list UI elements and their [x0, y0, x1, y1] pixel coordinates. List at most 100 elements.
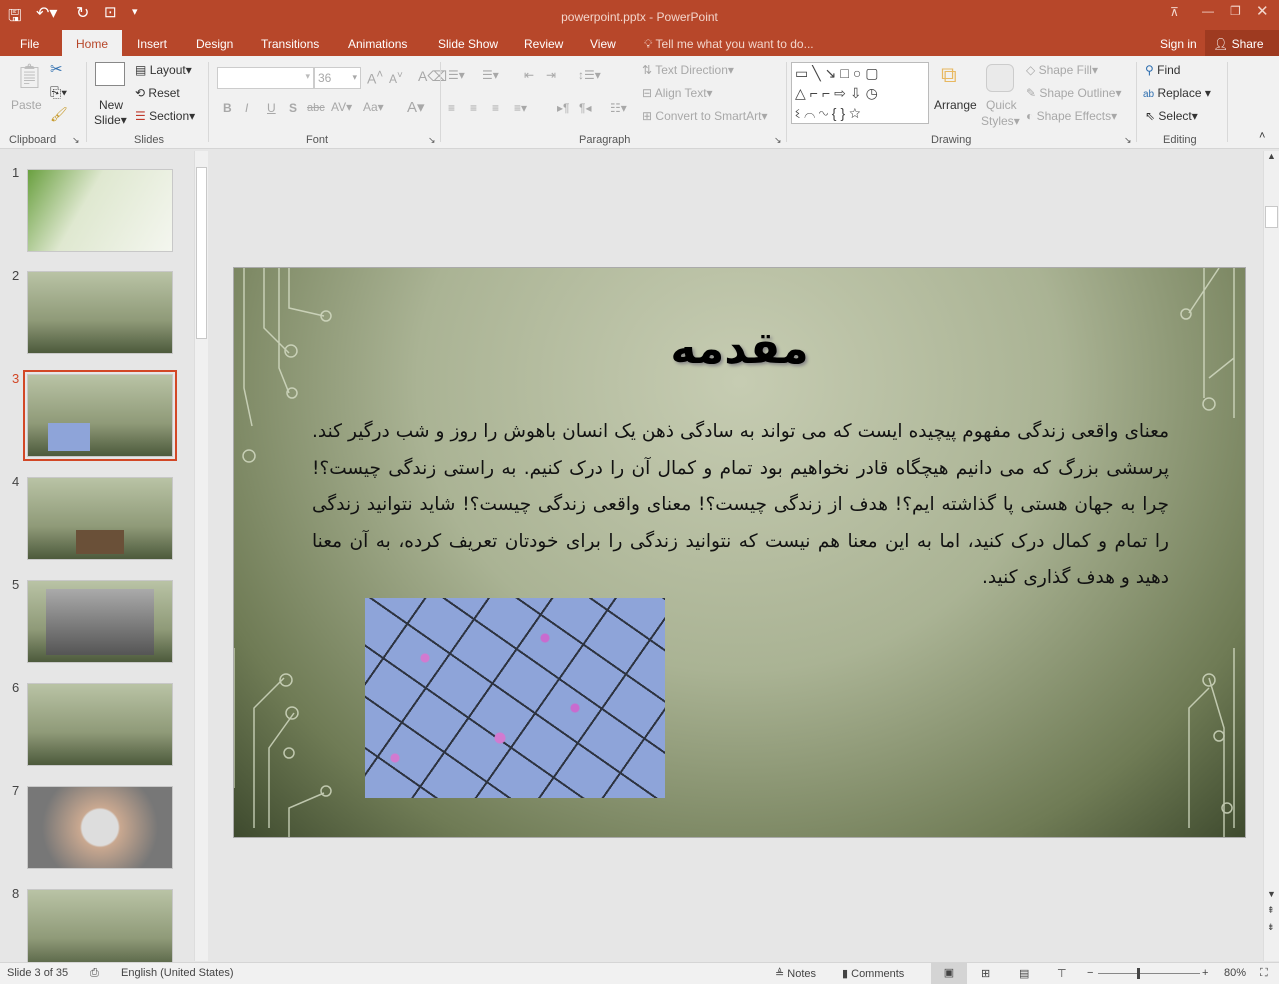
format-painter-icon[interactable]: 🖌︎: [50, 106, 68, 123]
align-text-button[interactable]: ⊟ Align Text▾: [642, 86, 713, 100]
comments-button[interactable]: ▮ Comments: [842, 967, 904, 980]
next-slide-icon[interactable]: ⇟: [1267, 922, 1275, 933]
tab-design[interactable]: Design: [182, 30, 247, 56]
paste-button[interactable]: Paste: [11, 98, 42, 112]
scroll-down-icon[interactable]: ▼: [1267, 889, 1276, 899]
tab-view[interactable]: View: [576, 30, 630, 56]
slide-thumbnail-4[interactable]: [27, 477, 173, 560]
normal-view-icon[interactable]: ▣: [931, 963, 967, 984]
columns-icon[interactable]: ☷▾: [610, 101, 627, 115]
tab-file[interactable]: File: [6, 30, 53, 56]
slide-thumbnail-2[interactable]: [27, 271, 173, 354]
dialog-launcher-icon[interactable]: ↘: [72, 135, 80, 146]
font-color-icon[interactable]: A▾: [407, 98, 425, 116]
character-spacing-icon[interactable]: AV▾: [331, 100, 352, 114]
slide-thumbnail-7[interactable]: [27, 786, 173, 869]
find-button[interactable]: ⚲ Find: [1145, 63, 1180, 77]
slide-scrollbar[interactable]: ▲ ▼ ⇞ ⇟: [1263, 151, 1279, 961]
share-button[interactable]: 👤︎ Share: [1205, 30, 1279, 56]
cut-icon[interactable]: ✂: [50, 60, 63, 78]
bullets-icon[interactable]: ☰▾: [448, 68, 465, 82]
slide-thumbnail-8[interactable]: [27, 889, 173, 962]
decrease-font-icon[interactable]: A˅: [389, 70, 403, 86]
line-spacing-icon[interactable]: ↕☰▾: [578, 68, 601, 82]
clear-formatting-icon[interactable]: A⌫: [418, 68, 447, 85]
shapes-gallery[interactable]: ▭╲↘□○▢ △⌐⌐⇨⇩◷ ଽ⌒∿{}☆: [791, 62, 929, 124]
tab-review[interactable]: Review: [510, 30, 577, 56]
slide-image-cracked-earth-flowers[interactable]: [365, 598, 665, 798]
slide-thumbnail-3[interactable]: [23, 370, 177, 461]
new-slide-button[interactable]: New: [99, 98, 123, 112]
zoom-slider[interactable]: [1098, 968, 1200, 979]
increase-indent-icon[interactable]: ⇥: [546, 68, 556, 82]
thumbnails-scrollbar[interactable]: [194, 151, 208, 961]
slide-body-text[interactable]: معنای واقعی زندگی مفهوم پیچیده ایست که م…: [312, 414, 1169, 597]
slideshow-icon[interactable]: ⊤: [1057, 967, 1067, 980]
collapse-ribbon-icon[interactable]: ˄: [1259, 130, 1265, 142]
slide-title[interactable]: مقدمه: [234, 323, 1245, 374]
font-name-input[interactable]: ▾: [217, 67, 314, 89]
zoom-level[interactable]: 80%: [1224, 967, 1246, 979]
zoom-in-icon[interactable]: +: [1202, 967, 1208, 979]
layout-button[interactable]: ▤ Layout▾: [135, 63, 192, 77]
spellcheck-icon[interactable]: ⎙: [90, 967, 99, 980]
minimize-icon[interactable]: —: [1202, 4, 1214, 18]
copy-icon[interactable]: ⎘▾: [50, 84, 67, 101]
tab-insert[interactable]: Insert: [123, 30, 181, 56]
align-center-icon[interactable]: ≡: [470, 101, 477, 115]
shape-fill-button[interactable]: ◇ Shape Fill▾: [1026, 63, 1098, 77]
zoom-out-icon[interactable]: −: [1087, 967, 1093, 979]
fit-to-window-icon[interactable]: ⛶: [1260, 967, 1268, 980]
justify-icon[interactable]: ≡▾: [514, 101, 527, 115]
arrange-button[interactable]: Arrange: [934, 98, 977, 112]
quick-styles-dropdown[interactable]: Styles▾: [981, 114, 1020, 128]
replace-button[interactable]: ab Replace ▾: [1143, 86, 1211, 100]
reset-button[interactable]: ⟲ Reset: [135, 86, 180, 100]
slide-canvas[interactable]: مقدمه معنای واقعی زندگی مفهوم پیچیده ایس…: [233, 267, 1246, 838]
dialog-launcher-icon[interactable]: ↘: [1124, 135, 1132, 146]
shadow-icon[interactable]: S: [289, 101, 297, 115]
align-left-icon[interactable]: ≡: [448, 101, 455, 115]
new-slide-dropdown[interactable]: Slide▾: [94, 113, 127, 127]
bold-icon[interactable]: B: [223, 101, 232, 115]
text-direction-button[interactable]: ⇅ Text Direction▾: [642, 63, 734, 77]
change-case-icon[interactable]: Aa▾: [363, 100, 384, 114]
underline-icon[interactable]: U: [267, 101, 276, 115]
previous-slide-icon[interactable]: ⇞: [1267, 905, 1275, 916]
language-status[interactable]: English (United States): [121, 967, 234, 979]
dialog-launcher-icon[interactable]: ↘: [774, 135, 782, 146]
slide-sorter-icon[interactable]: ⊞: [981, 967, 990, 980]
notes-button[interactable]: ≜ Notes: [775, 967, 816, 980]
reading-view-icon[interactable]: ▤: [1019, 967, 1029, 980]
font-size-input[interactable]: 36 ▾: [314, 67, 361, 89]
slide-thumbnail-5[interactable]: [27, 580, 173, 663]
tab-home[interactable]: Home: [62, 30, 123, 56]
scrollbar-thumb[interactable]: [196, 167, 207, 339]
convert-smartart-button[interactable]: ⊞ Convert to SmartArt▾: [642, 109, 767, 123]
quick-styles-button[interactable]: Quick: [986, 98, 1017, 112]
section-button[interactable]: ☰ Section▾: [135, 109, 195, 123]
select-button[interactable]: ⇖ Select▾: [1145, 109, 1198, 123]
shape-effects-button[interactable]: ◐ Shape Effects▾: [1026, 109, 1117, 123]
align-right-icon[interactable]: ≡: [492, 101, 499, 115]
rtl-icon[interactable]: ¶◂: [579, 101, 591, 115]
shape-outline-button[interactable]: ✎ Shape Outline▾: [1026, 86, 1122, 100]
numbering-icon[interactable]: ☰▾: [482, 68, 499, 82]
slide-thumbnail-1[interactable]: [27, 169, 173, 252]
tell-me-box[interactable]: 💡︎ Tell me what you want to do...: [644, 37, 814, 52]
italic-icon[interactable]: I: [245, 101, 248, 115]
scroll-up-icon[interactable]: ▲: [1267, 151, 1276, 161]
tab-transitions[interactable]: Transitions: [247, 30, 333, 56]
decrease-indent-icon[interactable]: ⇤: [524, 68, 534, 82]
slide-thumbnail-6[interactable]: [27, 683, 173, 766]
dialog-launcher-icon[interactable]: ↘: [428, 135, 436, 146]
ribbon-display-icon[interactable]: ⊼: [1170, 5, 1179, 19]
sign-in-link[interactable]: Sign in: [1160, 37, 1197, 51]
tab-slide-show[interactable]: Slide Show: [424, 30, 512, 56]
increase-font-icon[interactable]: A˄: [367, 68, 383, 87]
strikethrough-icon[interactable]: abc: [307, 102, 325, 114]
tab-animations[interactable]: Animations: [334, 30, 421, 56]
zoom-slider-thumb[interactable]: [1137, 968, 1140, 979]
scrollbar-thumb[interactable]: [1265, 206, 1278, 228]
restore-icon[interactable]: ❐: [1230, 4, 1241, 18]
